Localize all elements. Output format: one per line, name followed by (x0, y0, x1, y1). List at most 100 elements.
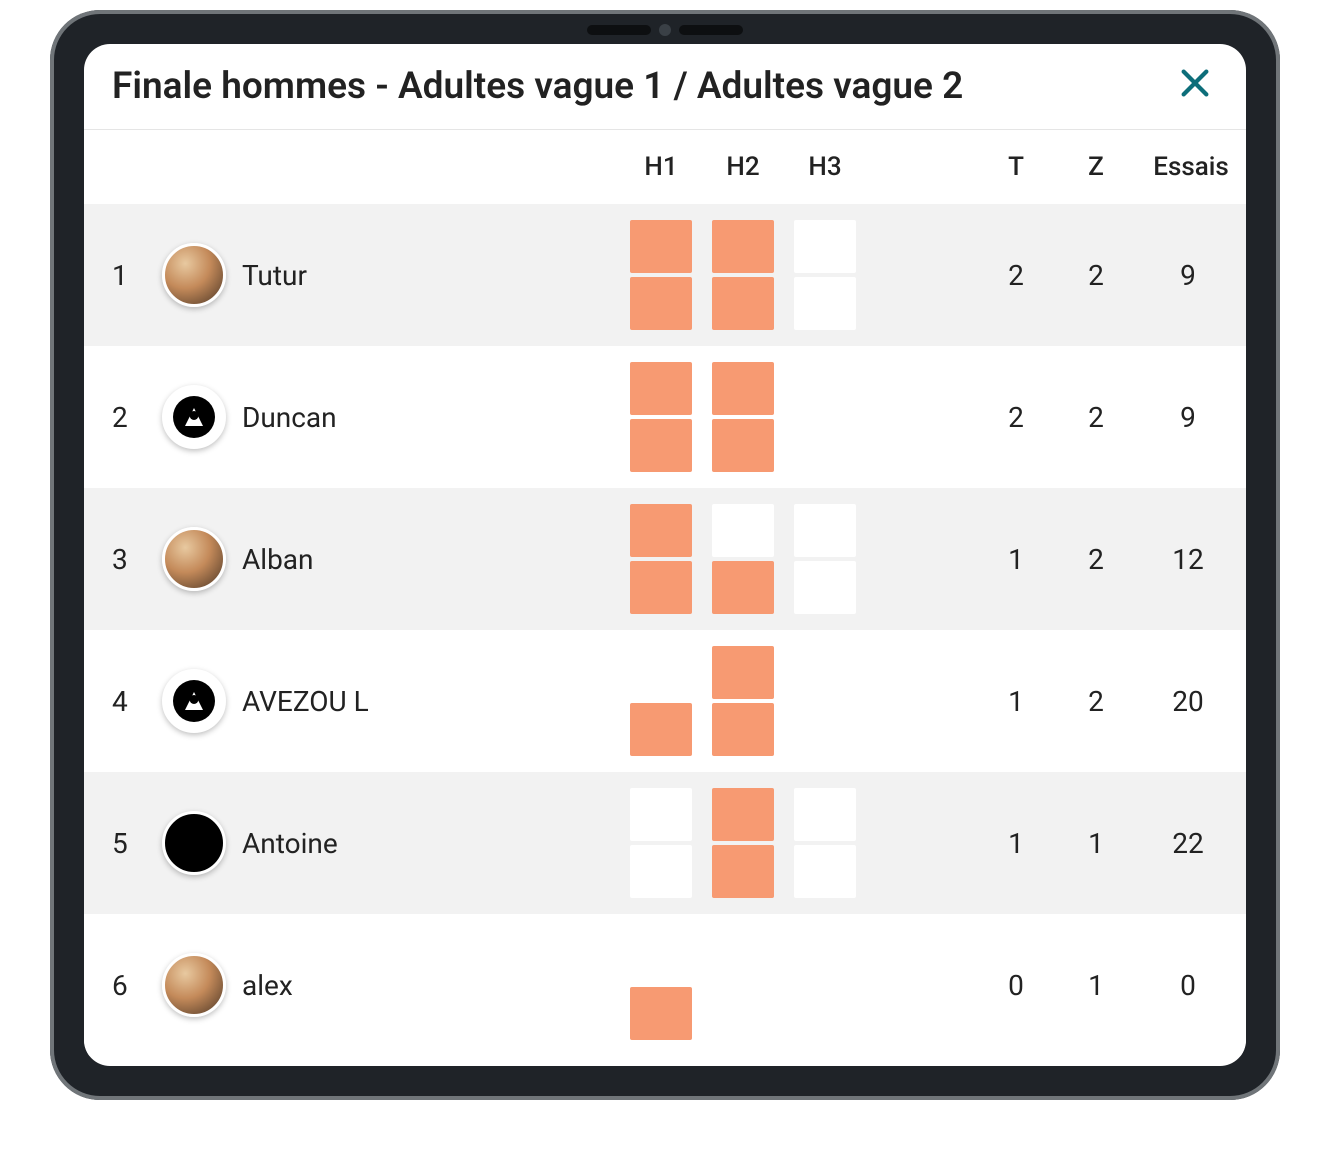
page-title: Finale hommes - Adultes vague 1 / Adulte… (112, 65, 963, 108)
zone-box (630, 277, 692, 330)
top-box (712, 504, 774, 557)
competitor-name: Duncan (242, 401, 337, 434)
zone-box (630, 703, 692, 756)
close-icon[interactable] (1172, 62, 1218, 111)
h2-cell (702, 914, 784, 1056)
name-cell: Duncan (154, 346, 620, 488)
essais-value: 20 (1136, 630, 1246, 772)
competitor-name: Tutur (242, 259, 307, 292)
zone-box (794, 845, 856, 898)
name-cell: Tutur (154, 204, 620, 346)
competitor-name: Alban (242, 543, 314, 576)
zone-box (794, 419, 856, 472)
rank-cell: 2 (84, 346, 154, 488)
h1-cell (620, 346, 702, 488)
tablet-frame: Finale hommes - Adultes vague 1 / Adulte… (50, 10, 1280, 1100)
top-box (794, 646, 856, 699)
table-row[interactable]: 3Alban1212 (84, 488, 1246, 630)
table-row[interactable]: 2Duncan229 (84, 346, 1246, 488)
h1-cell (620, 914, 702, 1056)
table-row[interactable]: 5Antoine1122 (84, 772, 1246, 914)
col-essais: Essais (1136, 130, 1246, 204)
avatar (162, 527, 226, 591)
top-box (630, 646, 692, 699)
avatar (162, 811, 226, 875)
h2-cell (702, 346, 784, 488)
top-box (712, 646, 774, 699)
essais-value: 22 (1136, 772, 1246, 914)
zone-box (794, 703, 856, 756)
zone-box (712, 277, 774, 330)
col-h1: H1 (620, 130, 702, 204)
header: Finale hommes - Adultes vague 1 / Adulte… (84, 44, 1246, 130)
h3-cell (784, 346, 866, 488)
rank-cell: 1 (84, 204, 154, 346)
top-box (794, 220, 856, 273)
competitor-name: AVEZOU L (242, 685, 369, 718)
avatar (162, 669, 226, 733)
top-box (712, 220, 774, 273)
name-cell: Alban (154, 488, 620, 630)
col-t: T (976, 130, 1056, 204)
zone-box (630, 419, 692, 472)
zone-box (712, 987, 774, 1040)
h2-cell (702, 204, 784, 346)
zone-box (794, 561, 856, 614)
h1-cell (620, 630, 702, 772)
z-value: 1 (1056, 772, 1136, 914)
name-cell: Antoine (154, 772, 620, 914)
name-cell: AVEZOU L (154, 630, 620, 772)
essais-value: 9 (1136, 346, 1246, 488)
avatar (162, 953, 226, 1017)
t-value: 0 (976, 914, 1056, 1056)
rank-cell: 5 (84, 772, 154, 914)
top-box (794, 930, 856, 983)
rank-cell: 3 (84, 488, 154, 630)
h2-cell (702, 488, 784, 630)
z-value: 2 (1056, 630, 1136, 772)
table-row[interactable]: 1Tutur229 (84, 204, 1246, 346)
col-h3: H3 (784, 130, 866, 204)
zone-box (794, 277, 856, 330)
essais-value: 12 (1136, 488, 1246, 630)
top-box (712, 362, 774, 415)
top-box (630, 220, 692, 273)
zone-box (794, 987, 856, 1040)
zone-box (630, 987, 692, 1040)
table-row[interactable]: 6alex010 (84, 914, 1246, 1056)
zone-box (712, 703, 774, 756)
results-table: H1 H2 H3 T Z Essais 1Tutur2292Duncan2293… (84, 130, 1246, 1056)
col-rank (84, 130, 154, 204)
zone-box (712, 419, 774, 472)
avatar (162, 243, 226, 307)
zone-box (630, 845, 692, 898)
avatar (162, 385, 226, 449)
top-box (630, 362, 692, 415)
h1-cell (620, 772, 702, 914)
spacer (866, 204, 976, 346)
spacer (866, 488, 976, 630)
tablet-notch (587, 24, 743, 36)
spacer (866, 772, 976, 914)
zone-box (712, 561, 774, 614)
h3-cell (784, 204, 866, 346)
essais-value: 9 (1136, 204, 1246, 346)
col-h2: H2 (702, 130, 784, 204)
h2-cell (702, 772, 784, 914)
zone-box (712, 845, 774, 898)
col-spacer (866, 130, 976, 204)
col-z: Z (1056, 130, 1136, 204)
competitor-name: Antoine (242, 827, 338, 860)
top-box (630, 788, 692, 841)
top-box (794, 788, 856, 841)
table-row[interactable]: 4AVEZOU L1220 (84, 630, 1246, 772)
t-value: 2 (976, 204, 1056, 346)
top-box (630, 930, 692, 983)
essais-value: 0 (1136, 914, 1246, 1056)
top-box (794, 504, 856, 557)
h3-cell (784, 772, 866, 914)
name-cell: alex (154, 914, 620, 1056)
top-box (630, 504, 692, 557)
top-box (794, 362, 856, 415)
t-value: 1 (976, 630, 1056, 772)
